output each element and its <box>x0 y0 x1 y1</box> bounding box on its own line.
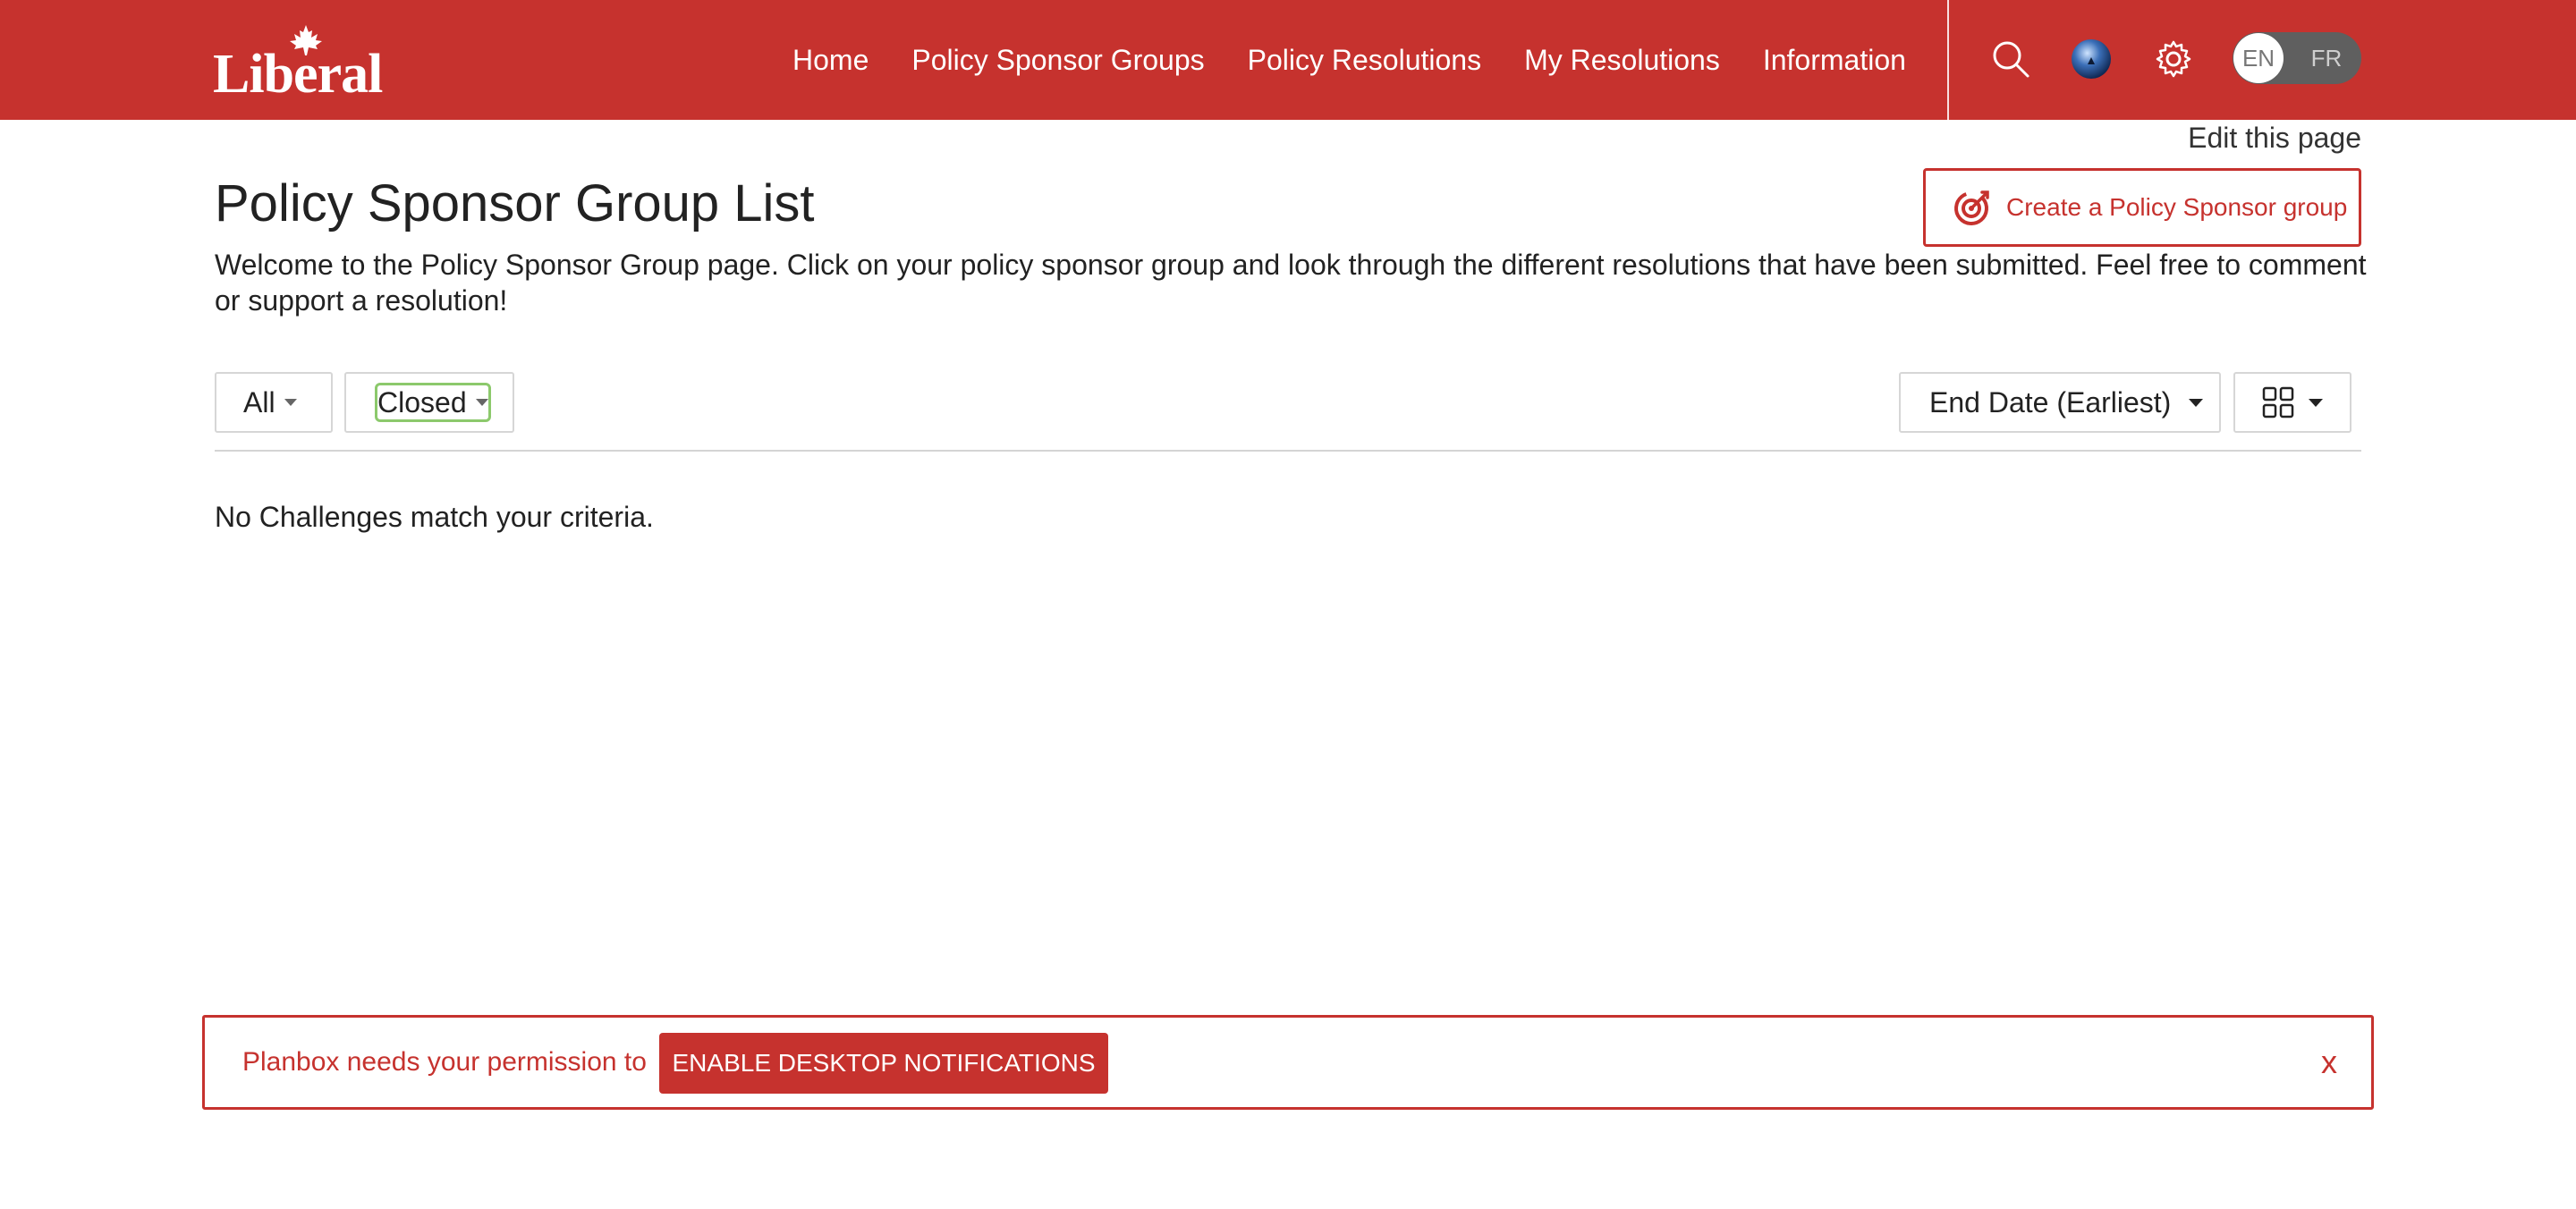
top-header: Liberal Home Policy Sponsor Groups Polic… <box>0 0 2576 120</box>
grid-view-icon <box>2262 386 2294 418</box>
target-icon <box>1953 188 1992 227</box>
chevron-down-icon <box>284 399 297 406</box>
header-divider <box>1947 0 1949 120</box>
create-button-label: Create a Policy Sponsor group <box>2006 193 2348 221</box>
status-filter-focus-ring: Closed <box>375 383 491 422</box>
logo-text: Liberal <box>213 44 383 105</box>
desktop-notification-banner: Planbox needs your permission to ENABLE … <box>202 1015 2374 1110</box>
lang-fr-option[interactable]: FR <box>2304 32 2349 84</box>
lang-en-option[interactable]: EN <box>2233 33 2284 83</box>
enable-desktop-notifications-button[interactable]: ENABLE DESKTOP NOTIFICATIONS <box>659 1033 1108 1094</box>
nav-my-resolutions[interactable]: My Resolutions <box>1524 42 1720 78</box>
chevron-down-icon <box>2189 398 2204 407</box>
language-toggle[interactable]: EN FR <box>2233 32 2361 84</box>
close-notification-button[interactable]: x <box>2321 1018 2337 1107</box>
intro-text: Welcome to the Policy Sponsor Group page… <box>215 249 2367 317</box>
status-filter-dropdown[interactable]: Closed <box>344 372 514 433</box>
scope-filter-label: All <box>243 385 275 418</box>
gear-icon[interactable] <box>2148 34 2199 84</box>
nav-information[interactable]: Information <box>1763 42 1906 78</box>
empty-results-message: No Challenges match your criteria. <box>215 501 654 533</box>
notification-text: Planbox needs your permission to <box>242 1047 647 1077</box>
chevron-down-icon <box>2309 398 2323 407</box>
chevron-down-icon <box>475 399 488 406</box>
nav-home[interactable]: Home <box>792 42 869 78</box>
liberal-logo[interactable]: Liberal <box>213 25 383 105</box>
sort-label: End Date (Earliest) <box>1929 385 2172 418</box>
filter-divider <box>215 450 2361 452</box>
nav-policy-resolutions[interactable]: Policy Resolutions <box>1248 42 1481 78</box>
sort-dropdown[interactable]: End Date (Earliest) <box>1899 372 2221 433</box>
main-nav: Home Policy Sponsor Groups Policy Resolu… <box>792 0 1949 120</box>
search-icon[interactable] <box>1986 34 2036 84</box>
page-title: Policy Sponsor Group List <box>215 174 815 232</box>
scope-filter-dropdown[interactable]: All <box>215 372 333 433</box>
status-filter-label: Closed <box>377 385 467 418</box>
nav-policy-sponsor-groups[interactable]: Policy Sponsor Groups <box>911 42 1204 78</box>
view-mode-dropdown[interactable] <box>2233 372 2351 433</box>
edit-page-link[interactable]: Edit this page <box>2188 120 2361 156</box>
create-policy-sponsor-group-button[interactable]: Create a Policy Sponsor group <box>1923 168 2361 247</box>
user-avatar-globe-icon[interactable] <box>2066 34 2116 84</box>
